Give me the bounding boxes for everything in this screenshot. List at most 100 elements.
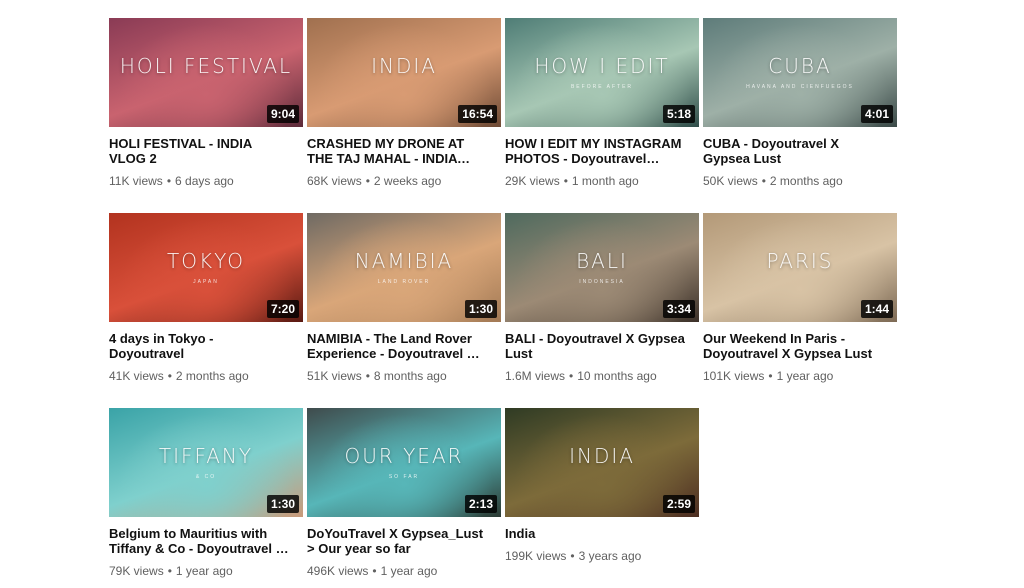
upload-age: 2 months ago: [769, 174, 843, 188]
upload-age: 3 years ago: [578, 549, 642, 563]
video-card[interactable]: TOKYO JAPAN 7:20 4 days in Tokyo - Doyoutra…: [109, 213, 305, 393]
upload-age: 6 days ago: [175, 174, 234, 188]
view-count: 1.6M views: [505, 369, 566, 383]
upload-age: 1 year ago: [776, 369, 834, 383]
video-card[interactable]: BALI INDONESIA 3:34 BALI - Doyoutravel X Gy…: [505, 213, 701, 393]
duration-badge: 7:20: [266, 300, 299, 318]
thumbnail-subtitle-text: BEFORE AFTER: [570, 84, 634, 91]
video-metadata: 51K views • 8 months ago: [307, 369, 503, 384]
duration-badge: 1:30: [464, 300, 497, 318]
video-title-link[interactable]: NAMIBIA - The Land Rover Experience - Do…: [307, 331, 487, 361]
video-title-link[interactable]: BALI - Doyoutravel X Gypsea Lust: [505, 331, 685, 361]
video-metadata: 68K views • 2 weeks ago: [307, 174, 503, 189]
separator-dot: •: [166, 174, 172, 188]
video-card[interactable]: HOW I EDIT BEFORE AFTER 5:18 HOW I EDIT MY …: [505, 18, 701, 198]
separator-dot: •: [365, 369, 370, 383]
thumbnail-title-text: HOW I EDIT: [534, 53, 670, 78]
video-metadata: 41K views • 2 months ago: [109, 369, 305, 384]
separator-dot: •: [563, 174, 568, 188]
separator-dot: •: [365, 174, 370, 188]
view-count: 51K views: [307, 369, 362, 383]
view-count: 496K views: [307, 564, 369, 578]
separator-dot: •: [761, 174, 766, 188]
separator-dot: •: [570, 549, 575, 563]
duration-badge: 1:30: [266, 495, 299, 513]
thumbnail-title-text: HOLI FESTIVAL: [119, 53, 293, 78]
upload-age: 2 weeks ago: [373, 174, 442, 188]
video-thumbnail[interactable]: TOKYO JAPAN 7:20: [109, 213, 303, 322]
upload-age: 1 month ago: [571, 174, 639, 188]
video-thumbnail[interactable]: CUBA HAVANA AND CIENFUEGOS 4:01: [703, 18, 897, 127]
video-metadata: 29K views • 1 month ago: [505, 174, 701, 189]
video-thumbnail[interactable]: BALI INDONESIA 3:34: [505, 213, 699, 322]
view-count: 199K views: [505, 549, 567, 563]
duration-badge: 3:34: [662, 300, 695, 318]
view-count: 68K views: [307, 174, 362, 188]
video-thumbnail[interactable]: TIFFANY & CO 1:30: [109, 408, 303, 517]
video-metadata: 79K views • 1 year ago: [109, 564, 305, 579]
view-count: 50K views: [703, 174, 758, 188]
thumbnail-subtitle-text: INDONESIA: [579, 279, 625, 286]
view-count: 11K views: [109, 174, 163, 188]
upload-age: 1 year ago: [380, 564, 438, 578]
video-card[interactable]: NAMIBIA LAND ROVER 1:30 NAMIBIA - The Land …: [307, 213, 503, 393]
thumbnail-title-text: TIFFANY: [158, 443, 254, 468]
thumbnail-subtitle-text: & CO: [195, 474, 217, 481]
separator-dot: •: [167, 564, 172, 578]
video-title-link[interactable]: HOW I EDIT MY INSTAGRAM PHOTOS - Doyoutr…: [505, 136, 685, 166]
upload-age: 1 year ago: [175, 564, 233, 578]
separator-dot: •: [167, 369, 172, 383]
video-card[interactable]: OUR YEAR SO FAR 2:13 DoYouTravel X Gypsea_L…: [307, 408, 503, 588]
view-count: 79K views: [109, 564, 164, 578]
thumbnail-title-text: INDIA: [371, 53, 437, 78]
separator-dot: •: [372, 564, 377, 578]
video-title-link[interactable]: HOLI FESTIVAL - INDIA VLOG 2: [109, 136, 289, 166]
thumbnail-subtitle-text: SO FAR: [388, 474, 420, 481]
thumbnail-title-text: CUBA: [768, 53, 832, 78]
video-title-link[interactable]: 4 days in Tokyo - Doyoutravel: [109, 331, 289, 361]
view-count: 41K views: [109, 369, 164, 383]
video-title-link[interactable]: CUBA - Doyoutravel X Gypsea Lust: [703, 136, 883, 166]
thumbnail-subtitle-text: HAVANA AND CIENFUEGOS: [746, 84, 854, 91]
video-card[interactable]: CUBA HAVANA AND CIENFUEGOS 4:01 CUBA - Doyo…: [703, 18, 899, 198]
video-card[interactable]: HOLI FESTIVAL 9:04 HOLI FESTIVAL - INDIA V…: [109, 18, 305, 198]
upload-age: 10 months ago: [577, 369, 657, 383]
video-metadata: 101K views • 1 year ago: [703, 369, 899, 384]
thumbnail-title-text: NAMIBIA: [354, 248, 454, 273]
thumbnail-subtitle-text: JAPAN: [193, 279, 219, 286]
duration-badge: 9:04: [266, 105, 299, 123]
separator-dot: •: [768, 369, 773, 383]
thumbnail-title-text: BALI: [576, 248, 628, 273]
video-thumbnail[interactable]: INDIA 16:54: [307, 18, 501, 127]
duration-badge: 2:59: [662, 495, 695, 513]
video-title-link[interactable]: Belgium to Mauritius with Tiffany & Co -…: [109, 526, 289, 556]
video-thumbnail[interactable]: NAMIBIA LAND ROVER 1:30: [307, 213, 501, 322]
video-title-link[interactable]: DoYouTravel X Gypsea_Lust > Our year so …: [307, 526, 487, 556]
video-thumbnail[interactable]: HOW I EDIT BEFORE AFTER 5:18: [505, 18, 699, 127]
video-thumbnail[interactable]: OUR YEAR SO FAR 2:13: [307, 408, 501, 517]
thumbnail-subtitle-text: LAND ROVER: [377, 279, 431, 286]
video-card[interactable]: TIFFANY & CO 1:30 Belgium to Mauritius with…: [109, 408, 305, 588]
thumbnail-title-text: OUR YEAR: [344, 443, 464, 468]
duration-badge: 16:54: [458, 105, 497, 123]
video-card[interactable]: INDIA 16:54 CRASHED MY DRONE AT THE TAJ MA…: [307, 18, 503, 198]
duration-badge: 1:44: [860, 300, 893, 318]
video-thumbnail[interactable]: INDIA 2:59: [505, 408, 699, 517]
duration-badge: 2:13: [464, 495, 497, 513]
video-thumbnail[interactable]: PARIS 1:44: [703, 213, 897, 322]
video-title-link[interactable]: CRASHED MY DRONE AT THE TAJ MAHAL - INDI…: [307, 136, 487, 166]
video-metadata: 50K views • 2 months ago: [703, 174, 899, 189]
video-title-link[interactable]: Our Weekend In Paris - Doyoutravel X Gyp…: [703, 331, 883, 361]
video-grid: HOLI FESTIVAL 9:04 HOLI FESTIVAL - INDIA V…: [109, 18, 909, 588]
video-card[interactable]: INDIA 2:59 India 199K views • 3 years ago: [505, 408, 701, 588]
video-metadata: 496K views • 1 year ago: [307, 564, 503, 579]
video-card[interactable]: PARIS 1:44 Our Weekend In Paris - Doyoutra…: [703, 213, 899, 393]
video-title-link[interactable]: India: [505, 526, 685, 541]
video-thumbnail[interactable]: HOLI FESTIVAL 9:04: [109, 18, 303, 127]
thumbnail-title-text: TOKYO: [167, 248, 245, 273]
thumbnail-title-text: INDIA: [569, 443, 635, 468]
duration-badge: 4:01: [860, 105, 893, 123]
duration-badge: 5:18: [662, 105, 695, 123]
thumbnail-title-text: PARIS: [766, 248, 834, 273]
video-metadata: 1.6M views • 10 months ago: [505, 369, 701, 384]
